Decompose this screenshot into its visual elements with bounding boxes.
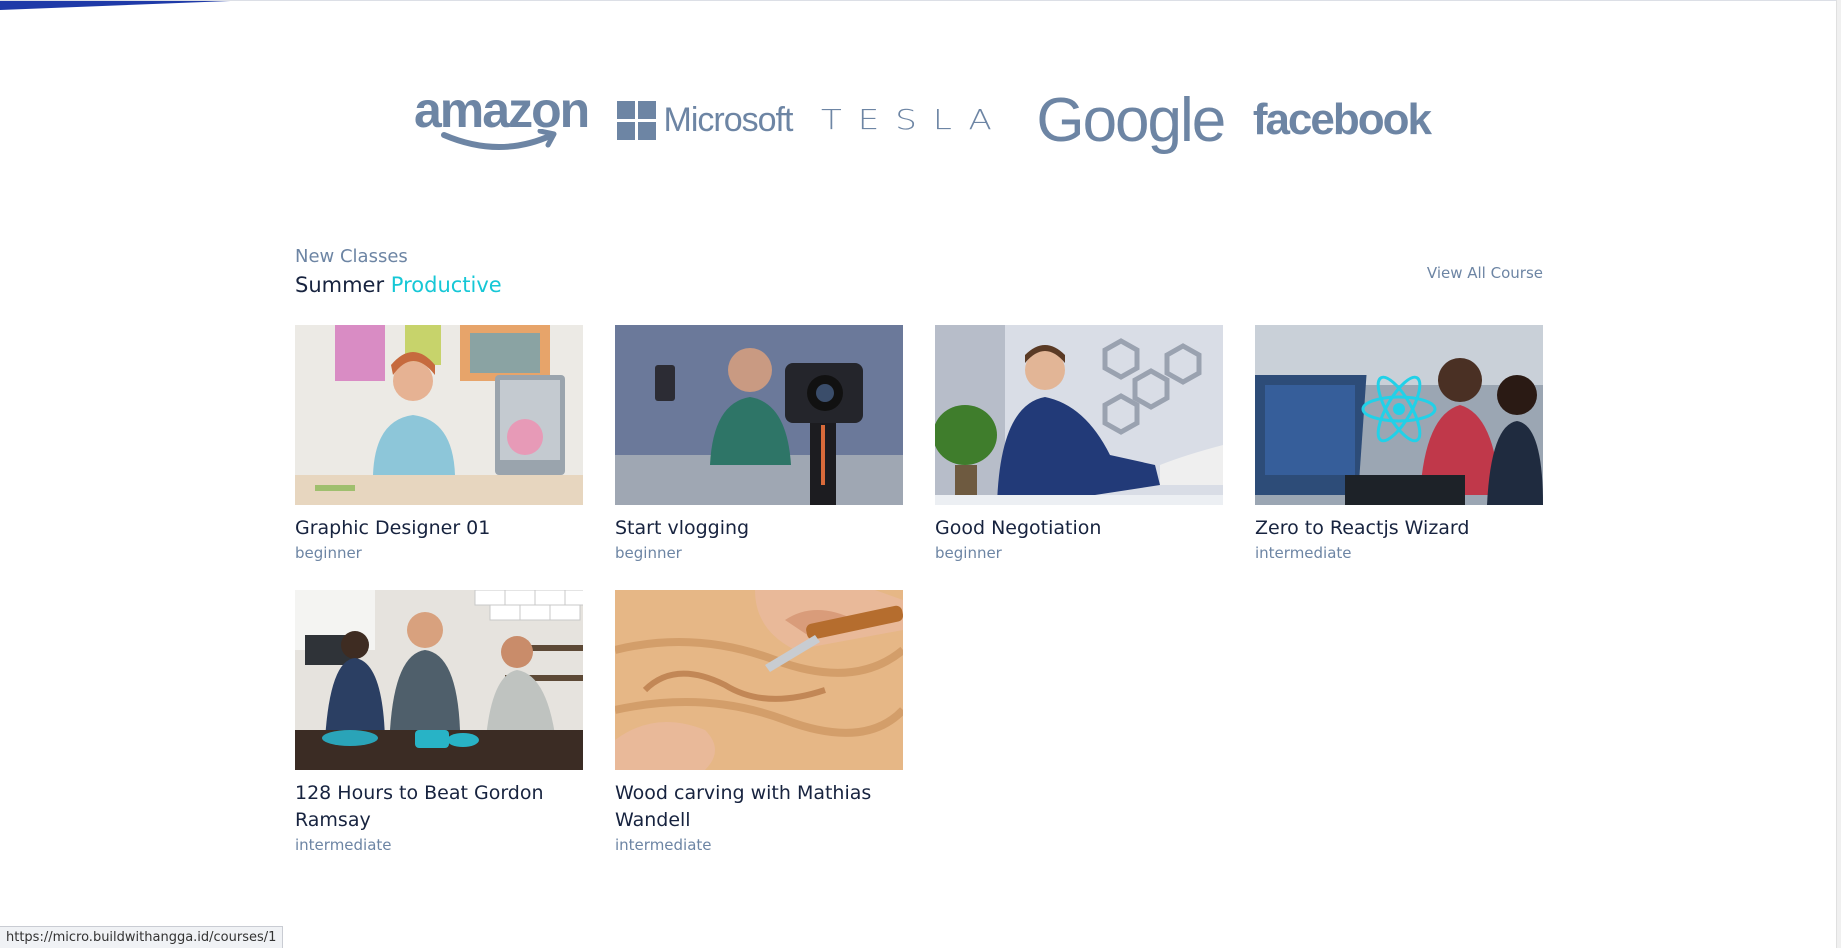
tesla-logo: TESLA [820, 104, 1008, 136]
course-level: intermediate [615, 836, 712, 854]
section-eyebrow: New Classes [295, 246, 408, 267]
top-divider [0, 0, 1841, 1]
status-bar-url: https://micro.buildwithangga.id/courses/… [0, 926, 284, 948]
course-level: beginner [935, 544, 1002, 562]
course-title[interactable]: 128 Hours to Beat Gordon Ramsay [295, 780, 583, 834]
course-title[interactable]: Wood carving with Mathias Wandell [615, 780, 903, 834]
page-loading-bar [0, 0, 240, 10]
heading-accent: Productive [390, 273, 502, 297]
course-title[interactable]: Start vlogging [615, 515, 903, 542]
section-heading: Summer Productive [295, 270, 1543, 300]
course-level: beginner [615, 544, 682, 562]
heading-prefix: Summer [295, 273, 385, 297]
windows-icon [616, 100, 656, 140]
new-classes-section: New Classes Summer Productive View All C… [295, 244, 1543, 300]
course-level: intermediate [295, 836, 392, 854]
course-thumbnail[interactable] [295, 325, 583, 505]
course-title[interactable]: Graphic Designer 01 [295, 515, 583, 542]
course-thumbnail[interactable] [615, 325, 903, 505]
course-title[interactable]: Zero to Reactjs Wizard [1255, 515, 1543, 542]
course-thumbnail[interactable] [935, 325, 1223, 505]
course-level: intermediate [1255, 544, 1352, 562]
microsoft-logo: Microsoft [616, 100, 793, 140]
course-level: beginner [295, 544, 362, 562]
view-all-courses-link[interactable]: View All Course [1427, 264, 1543, 282]
course-grid: Graphic Designer 01 beginner Start vlogg… [295, 325, 1543, 856]
google-logo: Google [1036, 85, 1226, 155]
partner-logos: amazon Microsoft TESLA Google facebook [410, 80, 1432, 160]
course-card[interactable]: Good Negotiation beginner [935, 325, 1223, 564]
amazon-logo: amazon [410, 82, 590, 155]
course-card[interactable]: Wood carving with Mathias Wandell interm… [615, 590, 903, 856]
amazon-smile-icon [441, 129, 557, 150]
course-title[interactable]: Good Negotiation [935, 515, 1223, 542]
course-card[interactable]: Start vlogging beginner [615, 325, 903, 564]
course-thumbnail[interactable] [1255, 325, 1543, 505]
scrollbar-track[interactable] [1836, 0, 1841, 948]
course-thumbnail[interactable] [615, 590, 903, 770]
course-thumbnail[interactable] [295, 590, 583, 770]
course-card[interactable]: Graphic Designer 01 beginner [295, 325, 583, 564]
course-card[interactable]: 128 Hours to Beat Gordon Ramsay intermed… [295, 590, 583, 856]
course-card[interactable]: Zero to Reactjs Wizard intermediate [1255, 325, 1543, 564]
facebook-logo: facebook [1252, 95, 1432, 144]
